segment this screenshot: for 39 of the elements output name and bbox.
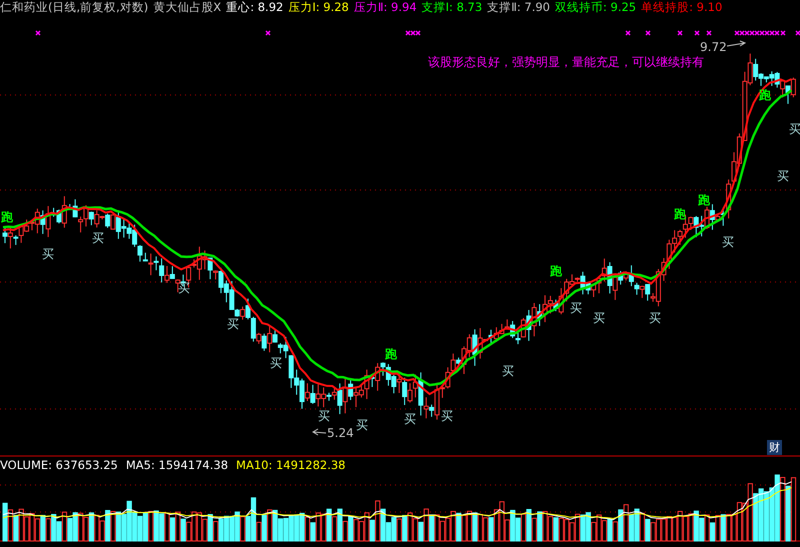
indicator-reading: 双线持币: 9.25: [554, 0, 636, 15]
buy-signal: 买: [502, 364, 514, 378]
sell-signal: 跑: [550, 264, 562, 278]
buy-signal: 买: [356, 418, 368, 432]
volume-reading: VOLUME: 637653.25: [0, 458, 118, 472]
buy-signal: 买: [593, 311, 605, 325]
sell-signal: 跑: [1, 210, 13, 224]
indicator-reading: 支撑Ⅰ: 8.73: [422, 0, 482, 15]
buy-signal: 买: [270, 356, 282, 370]
indicator-reading: 重心: 8.92: [226, 0, 284, 15]
low-price-label: 5.24: [327, 426, 354, 440]
buy-signal: 买: [649, 311, 661, 325]
analysis-comment: 该股形态良好，强势明显，量能充足，可以继续持有: [428, 54, 704, 71]
sell-signal: 跑: [698, 193, 710, 207]
buy-signal: 买: [722, 235, 734, 249]
arrow-icon: [312, 428, 326, 436]
indicator-reading: 压力Ⅰ: 9.28: [288, 0, 349, 15]
buy-signal: 买: [92, 231, 104, 245]
arrow-icon: [726, 40, 746, 46]
chart-title: 仁和药业(日线,前复权,对数): [0, 0, 148, 15]
indicator-reading: 单线持股: 9.10: [641, 0, 722, 15]
buy-signal: 买: [227, 317, 239, 331]
indicator-name: 黄大仙占股X: [153, 0, 222, 15]
indicator-reading: 压力Ⅱ: 9.94: [354, 0, 417, 15]
high-price-label: 9.72: [700, 40, 727, 54]
buy-signal: 买: [318, 409, 330, 423]
buy-signal: 买: [570, 301, 582, 315]
indicator-reading: 支撑Ⅱ: 7.90: [487, 0, 550, 15]
volume-reading: MA10: 1491282.38: [236, 458, 346, 472]
buy-signal: 买: [42, 247, 54, 261]
sell-signal: 跑: [674, 207, 686, 221]
volume-reading: MA5: 1594174.38: [126, 458, 228, 472]
sell-signal: 跑: [385, 347, 397, 361]
buy-signal: 买: [404, 412, 416, 426]
finance-button[interactable]: 财: [767, 440, 782, 455]
buy-signal: 买: [178, 281, 190, 295]
sell-signal: 跑: [759, 88, 771, 102]
buy-signal: 买: [777, 169, 789, 183]
buy-signal: 买: [441, 409, 453, 423]
